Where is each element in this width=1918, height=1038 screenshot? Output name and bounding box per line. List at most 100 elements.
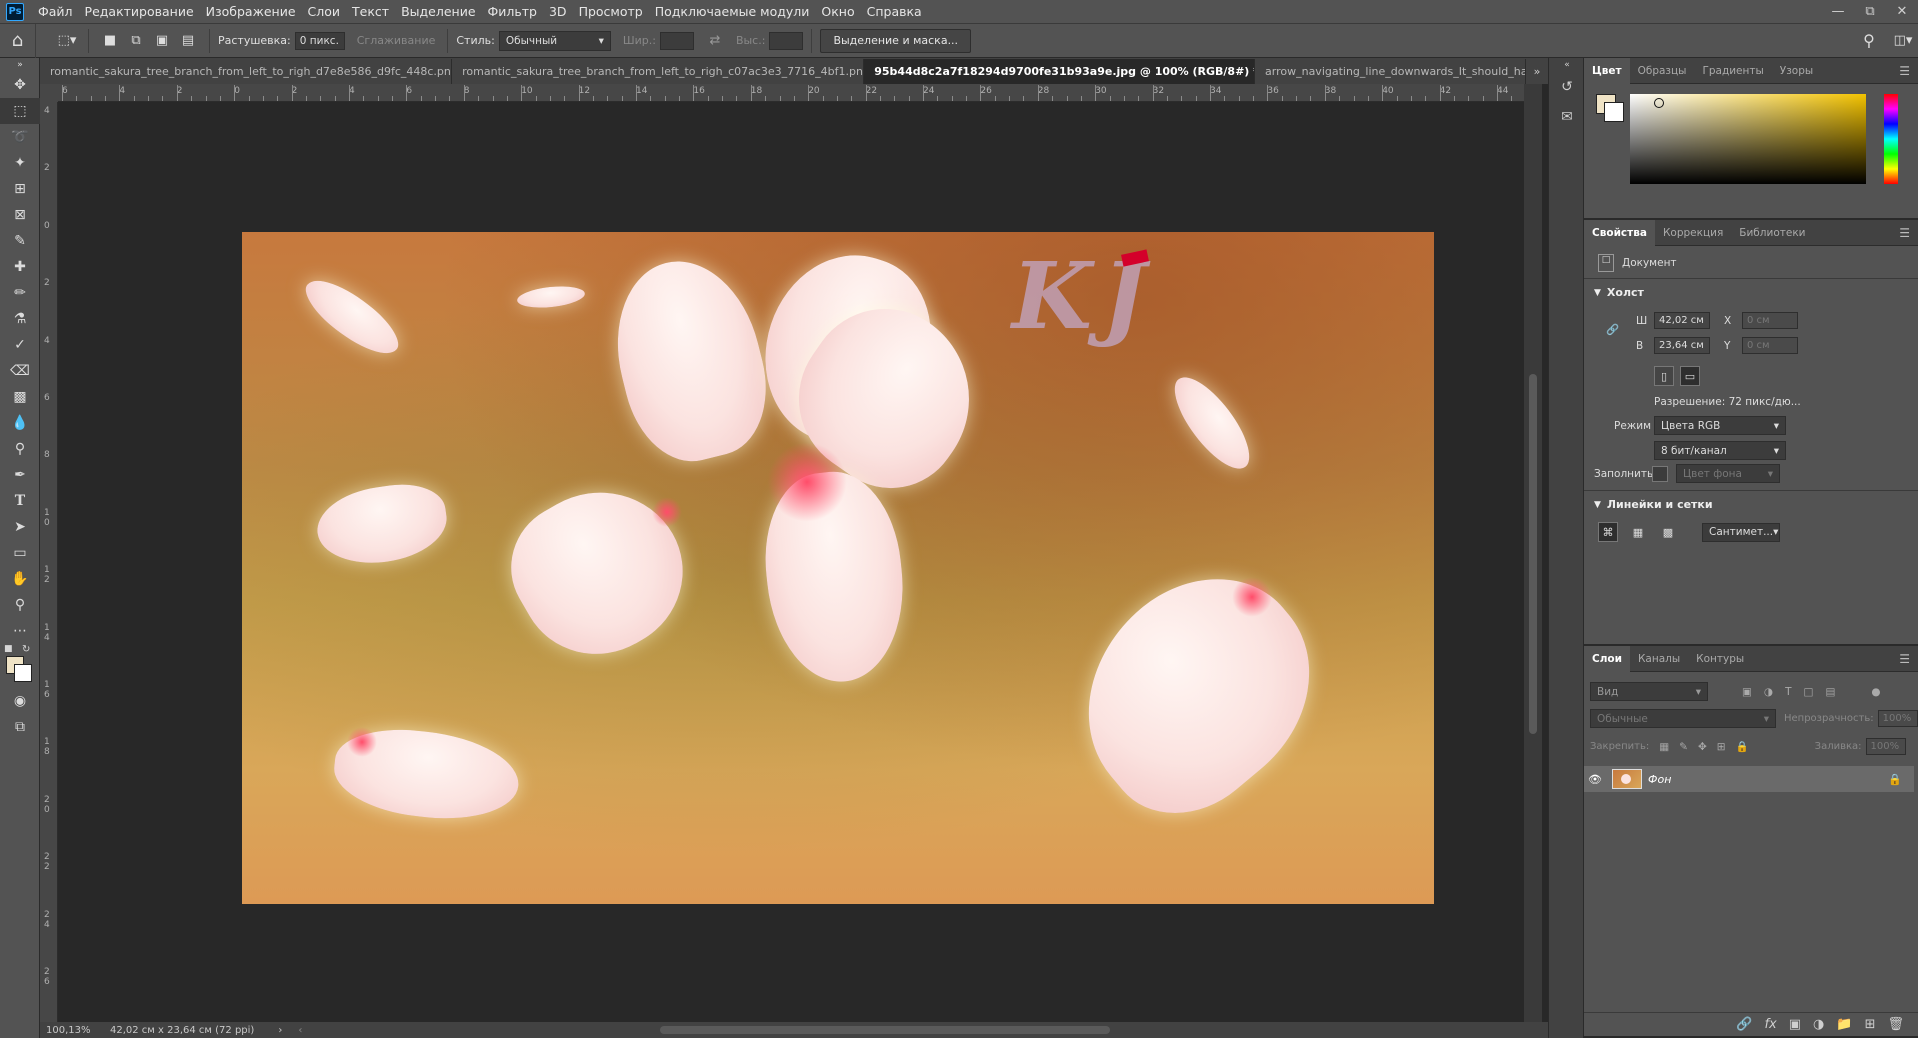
fill-field[interactable]: 100%	[1865, 738, 1906, 755]
menu-window[interactable]: Окно	[815, 0, 860, 24]
frame-tool-icon[interactable]: ⊠	[0, 202, 40, 228]
rect-marquee-tool-icon[interactable]: ⬚	[0, 98, 40, 124]
close-icon[interactable]: ✕	[1886, 0, 1918, 24]
mode-select[interactable]: Цвета RGB ▾	[1654, 416, 1786, 435]
move-tool-icon[interactable]: ✥	[0, 72, 40, 98]
height-input[interactable]	[769, 31, 804, 50]
new-group-icon[interactable]: 📁	[1836, 1017, 1852, 1032]
units-select[interactable]: Сантимет... ▾	[1702, 522, 1780, 542]
guides-icon[interactable]: ▩	[1658, 522, 1678, 542]
search-icon[interactable]: ⚲	[1858, 30, 1880, 52]
canvas-section-header[interactable]: ▼ Холст	[1594, 286, 1644, 299]
healing-brush-tool-icon[interactable]: ✚	[0, 254, 40, 280]
intersect-selection-icon[interactable]: ▤	[177, 30, 199, 52]
menu-edit[interactable]: Редактирование	[79, 0, 200, 24]
tab-patterns[interactable]: Узоры	[1772, 58, 1821, 84]
fill-select[interactable]: Цвет фона ▾	[1676, 464, 1780, 483]
brush-tool-icon[interactable]: ✏	[0, 280, 40, 306]
link-layers-icon[interactable]: 🔗	[1736, 1017, 1752, 1032]
adjustment-layer-icon[interactable]: ◑	[1813, 1017, 1824, 1032]
default-colors-icon[interactable]: ■	[4, 644, 13, 654]
minimize-icon[interactable]: —	[1822, 0, 1854, 24]
document-image[interactable]: KJ	[242, 232, 1434, 904]
eye-icon[interactable]: 👁	[1584, 773, 1606, 786]
feather-input[interactable]: 0 пикс.	[294, 31, 345, 50]
tab-adjustments[interactable]: Коррекция	[1655, 220, 1731, 246]
menu-filter[interactable]: Фильтр	[482, 0, 543, 24]
type-tool-icon[interactable]: T	[0, 488, 40, 514]
more-tools-icon[interactable]: ⋯	[0, 618, 40, 644]
add-mask-icon[interactable]: ▣	[1789, 1017, 1801, 1032]
more-tabs-icon[interactable]: »	[1526, 59, 1548, 84]
restore-icon[interactable]: ⧉	[1854, 0, 1886, 24]
tab-gradients[interactable]: Градиенты	[1694, 58, 1771, 84]
lock-all-icon[interactable]: 🔒	[1736, 740, 1749, 753]
workspace-icon[interactable]: ◫▾	[1892, 30, 1914, 52]
tab-color[interactable]: Цвет	[1584, 57, 1630, 84]
tab-doc-4[interactable]: arrow_navigating_line_downwards_It_shoul…	[1255, 59, 1526, 84]
ruler-icon[interactable]: ⌘	[1598, 522, 1618, 542]
tab-channels[interactable]: Каналы	[1630, 646, 1688, 672]
hand-tool-icon[interactable]: ✋	[0, 566, 40, 592]
crop-tool-icon[interactable]: ⊞	[0, 176, 40, 202]
layer-name[interactable]: Фон	[1648, 773, 1671, 786]
fill-color-swatch[interactable]	[1652, 465, 1668, 482]
width-field[interactable]: 42,02 см	[1654, 312, 1710, 329]
gradient-tool-icon[interactable]: ▩	[0, 384, 40, 410]
history-icon[interactable]: ↺	[1549, 72, 1585, 102]
menu-layers[interactable]: Слои	[302, 0, 347, 24]
ruler-left[interactable]: 4 2 0 2 4 6 8 1 0 1 2 1 4 1 6 1 8 2 0 2 2 2 4 2 6	[40, 102, 58, 1022]
background-color-swatch[interactable]	[1604, 102, 1624, 122]
ruler-top[interactable]: 6 4 2 0 2 4 6 8 10 12 14 16 18 20 22 24 26 28 30 32 34 36 38 40…	[58, 84, 1542, 102]
horizontal-scroll-thumb[interactable]	[660, 1026, 1110, 1034]
eyedropper-tool-icon[interactable]: ✎	[0, 228, 40, 254]
dodge-tool-icon[interactable]: ⚲	[0, 436, 40, 462]
bit-depth-select[interactable]: 8 бит/канал ▾	[1654, 441, 1786, 460]
color-picker-field[interactable]	[1630, 94, 1866, 184]
panel-menu-icon[interactable]: ☰	[1899, 64, 1910, 78]
link-icon[interactable]: 🔗	[1606, 323, 1619, 336]
screen-mode-icon[interactable]: ⧉	[0, 714, 40, 740]
tab-paths[interactable]: Контуры	[1688, 646, 1752, 672]
menu-file[interactable]: Файл	[32, 0, 79, 24]
pen-tool-icon[interactable]: ✒	[0, 462, 40, 488]
lasso-tool-icon[interactable]: ➰	[0, 124, 40, 150]
style-select[interactable]: Обычный ▾	[498, 30, 611, 51]
tab-doc-active[interactable]: 95b44d8c2a7f18294d9700fe31b93a9e.jpg @ 1…	[864, 59, 1256, 84]
swap-icon[interactable]: ⇄	[704, 30, 726, 52]
menu-image[interactable]: Изображение	[200, 0, 302, 24]
fx-icon[interactable]: fx	[1764, 1017, 1776, 1032]
collapse-arrows-icon[interactable]: »	[0, 58, 40, 72]
collapse-arrows-icon[interactable]: «	[1549, 58, 1585, 72]
filter-toggle-icon[interactable]: ●	[1871, 686, 1880, 698]
vertical-scrollbar[interactable]	[1524, 84, 1542, 1022]
scroll-left-icon[interactable]: ‹	[298, 1025, 302, 1036]
y-field[interactable]: 0 см	[1742, 337, 1798, 354]
height-field[interactable]: 23,64 см	[1654, 337, 1710, 354]
menu-help[interactable]: Справка	[861, 0, 928, 24]
add-selection-icon[interactable]: ⧉	[125, 30, 147, 52]
stamp-tool-icon[interactable]: ⚗	[0, 306, 40, 332]
blur-tool-icon[interactable]: 💧	[0, 410, 40, 436]
magic-wand-tool-icon[interactable]: ✦	[0, 150, 40, 176]
subtract-selection-icon[interactable]: ▣	[151, 30, 173, 52]
panel-menu-icon[interactable]: ☰	[1899, 652, 1910, 666]
color-picker-cursor[interactable]	[1654, 98, 1664, 108]
swap-colors-icon[interactable]: ↻	[22, 644, 30, 655]
layer-row[interactable]: 👁 Фон 🔒	[1584, 766, 1914, 792]
antialias-checkbox[interactable]: Сглаживание	[357, 34, 436, 47]
filter-pixel-icon[interactable]: ▣	[1742, 686, 1752, 698]
status-menu-icon[interactable]: ›	[278, 1025, 282, 1036]
canvas-area[interactable]: KJ	[58, 102, 1524, 1022]
select-and-mask-button[interactable]: Выделение и маска...	[820, 28, 972, 53]
x-field[interactable]: 0 см	[1742, 312, 1798, 329]
lock-artboard-icon[interactable]: ⊞	[1717, 741, 1726, 753]
tab-swatches[interactable]: Образцы	[1630, 58, 1695, 84]
layer-search-select[interactable]: Вид ▾	[1590, 682, 1708, 701]
zoom-tool-icon[interactable]: ⚲	[0, 592, 40, 618]
new-selection-icon[interactable]: ■	[99, 30, 121, 52]
filter-type-icon[interactable]: T	[1785, 686, 1791, 698]
opacity-field[interactable]: 100%	[1877, 710, 1918, 727]
eraser-tool-icon[interactable]: ⌫	[0, 358, 40, 384]
filter-smart-icon[interactable]: ▤	[1825, 686, 1835, 698]
